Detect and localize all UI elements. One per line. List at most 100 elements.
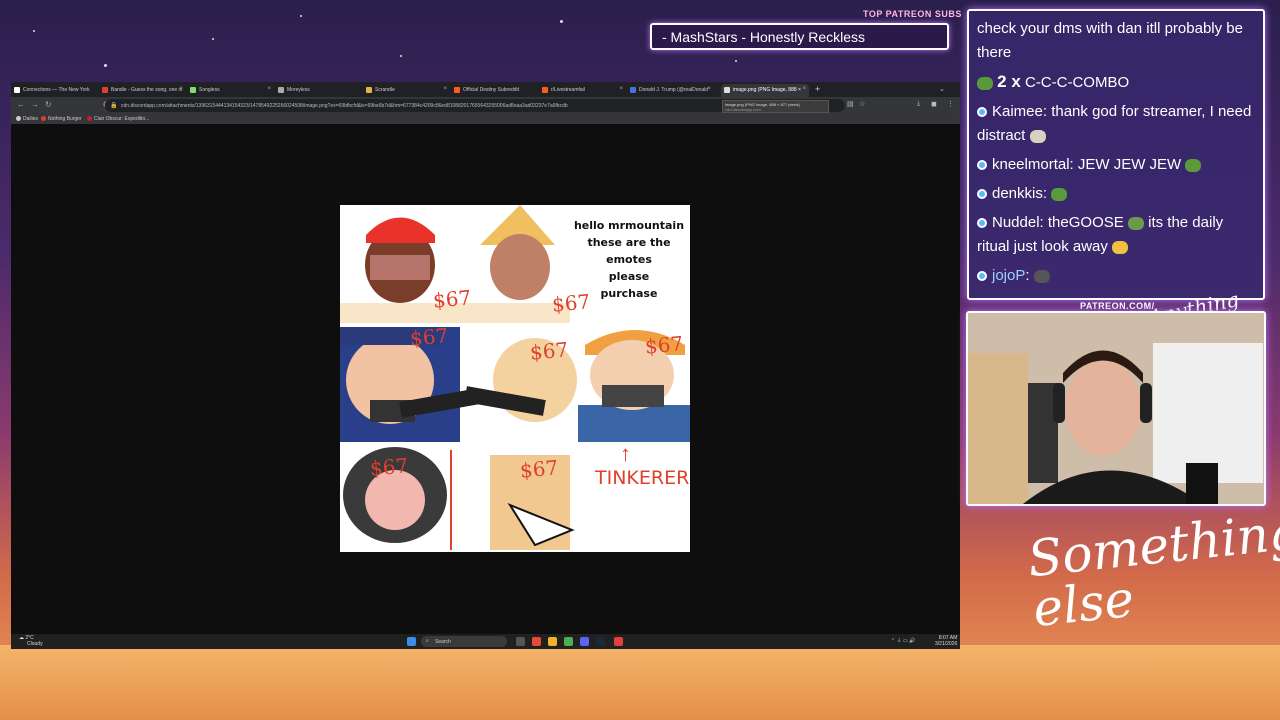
clock-date: 3/21/2026 [935,641,958,647]
tab-label: image.png (PNG Image, 888 × [733,87,801,93]
webcam-scene [968,313,1264,504]
search-icon: ⌕ [426,638,429,644]
menu-icon[interactable]: ⋮ [947,100,954,108]
arrow-up-icon: ↑ [620,441,631,466]
worker-shirt [578,405,690,442]
tab-image-png[interactable]: image.png (PNG Image, 888 × × [721,84,809,97]
tab-destiny-subreddit[interactable]: Official Destiny Subreddit [451,84,538,97]
tab-label: Connections — The New York [23,87,90,93]
chat-message: kneelmortal: JEW JEW JEW [977,153,1255,177]
price-label: $67 [432,285,473,313]
close-icon[interactable]: × [619,86,623,92]
patreon-tag: PATREON.COM/ [1080,301,1155,311]
caption-line: hello mrmountain [573,219,685,232]
taskbar-search[interactable]: ⌕ Search [421,636,507,647]
chevron-down-icon[interactable]: ⌄ [939,85,945,93]
chat-username: kneelmortal [992,156,1070,173]
price-label: $67 [551,289,592,317]
viewed-image[interactable]: hello mrmountain these are the emotes pl… [340,205,690,552]
chat-username: denkkis [992,185,1043,202]
extensions-icon[interactable]: ◼ [931,100,937,108]
goose-emote-icon [1127,216,1144,230]
tab-favicon-icon [278,87,284,93]
obs-icon[interactable] [614,637,623,646]
chat-panel: check your dms with dan itll probably be… [967,9,1265,300]
close-icon[interactable]: × [179,86,183,92]
combo-count: 2 x [997,72,1021,91]
sub-badge-icon [977,218,987,229]
background-ground [0,645,1280,720]
tab-label: Moreyless [287,87,310,93]
reader-icon[interactable]: ▤ [847,100,854,108]
channel-logo: Something else [1025,501,1280,639]
new-tab-icon[interactable]: + [815,84,820,94]
sub-badge-icon [977,189,987,200]
tab-livestreamfail[interactable]: r/Livestreamfail × [539,84,626,97]
tab-trump[interactable]: Donald J. Trump (@realDonald × [627,84,714,97]
tab-favicon-icon [630,87,636,93]
system-tray-icons[interactable]: ⌃ ⏚ ▭ 🔊 [891,638,915,644]
bookmark-label: Nothing Burger [48,116,82,122]
folder-icon [16,116,21,122]
bookmark-dailies[interactable]: Dailies [16,116,38,122]
download-icon[interactable]: ⤓ [917,100,920,108]
close-icon[interactable]: × [267,86,271,92]
combo-label: C-C-C-COMBO [1024,74,1130,91]
file-explorer-icon[interactable] [548,637,557,646]
weather-widget[interactable]: ☁ 2°C Cloudy [19,635,43,647]
forward-icon[interactable]: → [31,100,39,109]
close-icon[interactable]: × [707,86,711,92]
steam-icon[interactable] [596,637,605,646]
bookmarks-bar: Dailies Nothing Burger Clair Obscur: Exp… [11,114,960,124]
patreon-header: TOP PATREON SUBS [863,9,962,19]
combo-line: 2 x C-C-C-COMBO [977,70,1255,95]
start-icon[interactable] [407,637,416,646]
tab-favicon-icon [724,87,730,93]
tab-bar: Connections — The New York Bandle - Gues… [11,82,960,97]
tab-label: Donald J. Trump (@realDonald [639,87,708,93]
close-icon[interactable]: × [802,86,806,92]
tab-moreyless[interactable]: Moreyless [275,84,362,97]
chrome-icon[interactable] [564,637,573,646]
discord-icon[interactable] [580,637,589,646]
app-icon[interactable] [532,637,541,646]
worker-beard [602,385,664,407]
emote-icon [1033,269,1050,283]
address-text: cdn.discordapp.com/attachments/139631544… [121,103,568,109]
tab-bandle[interactable]: Bandle - Guess the song, one in × [99,84,186,97]
webcam-feed [966,311,1266,506]
task-view-icon[interactable] [516,637,525,646]
emote-icon [1029,129,1046,143]
windows-taskbar: ☁ 2°C Cloudy ⌕ Search 8:07 AM 3/21/2026 … [11,634,960,649]
lock-icon: 🔒 [110,103,118,109]
bookmark-nothing-burger[interactable]: Nothing Burger [41,116,82,122]
reload-icon[interactable]: ↻ [45,100,52,109]
caption-line: please [608,270,650,283]
price-label: $67 [644,331,685,359]
youtube-icon [87,116,92,122]
price-label: $67 [409,323,450,351]
chat-message: jojoP: [977,264,1255,288]
face-1-mask [370,255,430,280]
favicon-icon [41,116,46,122]
close-icon[interactable]: × [443,86,447,92]
chat-username: Nuddel [992,214,1040,231]
bookmark-star-icon[interactable]: ☆ [859,100,865,108]
back-icon[interactable]: ← [17,100,25,109]
tab-scrandle[interactable]: Scrandle × [363,84,450,97]
tab-label: r/Livestreamfail [551,87,585,93]
price-label: $67 [519,455,560,483]
tab-songless[interactable]: Songless × [187,84,274,97]
chat-message: Nuddel: theGOOSE its the daily ritual ju… [977,214,1224,255]
search-label: Search [435,639,451,645]
red-hat [366,217,435,243]
caption-line: these are the [587,236,671,249]
sub-badge-icon [977,107,987,118]
tab-connections[interactable]: Connections — The New York [11,84,98,97]
clock[interactable]: 8:07 AM 3/21/2026 [935,635,957,647]
face-2 [490,234,550,300]
sub-badge-icon [977,160,987,171]
bookmark-clair-obscur[interactable]: Clair Obscur: Expeditio... [87,116,149,122]
chat-text: theGOOSE [1047,214,1124,231]
weather-desc: Cloudy [27,641,43,647]
